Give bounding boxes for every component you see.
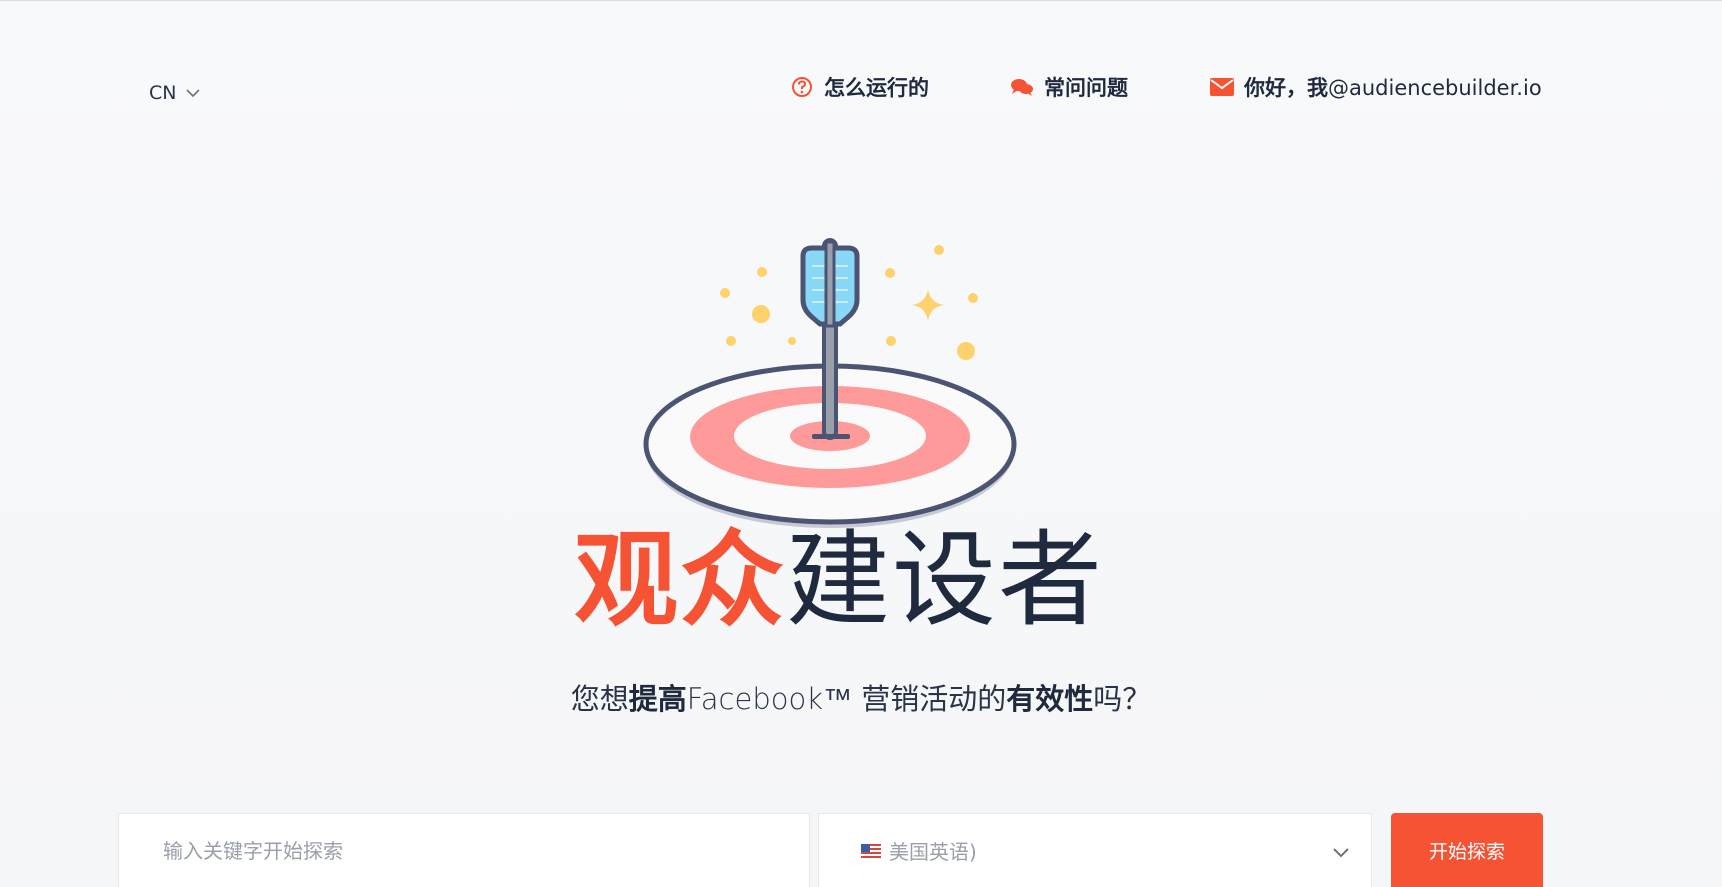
chat-bubbles-icon — [1010, 75, 1034, 99]
page-title-accent: 观众 — [574, 519, 787, 641]
locale-select[interactable]: 美国英语) — [818, 813, 1372, 887]
nav-how-it-works-label: 怎么运行的 — [824, 76, 929, 100]
question-circle-icon — [790, 75, 814, 99]
us-flag-icon — [861, 843, 881, 858]
nav-faq[interactable]: 常问问题 — [1010, 72, 1128, 102]
language-label: CN — [149, 82, 177, 104]
nav-contact-greeting: 你好，我 — [1244, 76, 1328, 100]
language-selector[interactable]: CN — [149, 82, 201, 104]
subtitle-part2: Facebook™ 营销活动的 — [686, 682, 1007, 716]
keyword-search-input[interactable] — [118, 813, 810, 887]
nav-contact-email: @audiencebuilder.io — [1328, 76, 1542, 100]
top-border — [0, 0, 1722, 1]
subtitle-part3: 吗？ — [1093, 682, 1152, 716]
subtitle-bold1: 提高 — [628, 682, 687, 716]
page-subtitle: 您想提高Facebook™ 营销活动的有效性吗？ — [0, 676, 1722, 718]
nav-contact[interactable]: 你好，我@audiencebuilder.io — [1210, 72, 1542, 102]
chevron-down-icon — [1333, 848, 1349, 858]
subtitle-bold2: 有效性 — [1006, 682, 1094, 716]
envelope-icon — [1210, 75, 1234, 99]
locale-value: 美国英语) — [889, 840, 977, 864]
nav-how-it-works[interactable]: 怎么运行的 — [790, 72, 929, 102]
nav-faq-label: 常问问题 — [1044, 76, 1128, 100]
subtitle-part1: 您想 — [570, 682, 629, 716]
start-explore-button[interactable]: 开始探索 — [1391, 813, 1543, 887]
page-title: 观众建设者 — [574, 520, 1104, 640]
chevron-down-icon — [186, 88, 201, 97]
page-title-rest: 建设者 — [786, 519, 1105, 641]
target-with-arrow-icon — [643, 238, 1017, 528]
